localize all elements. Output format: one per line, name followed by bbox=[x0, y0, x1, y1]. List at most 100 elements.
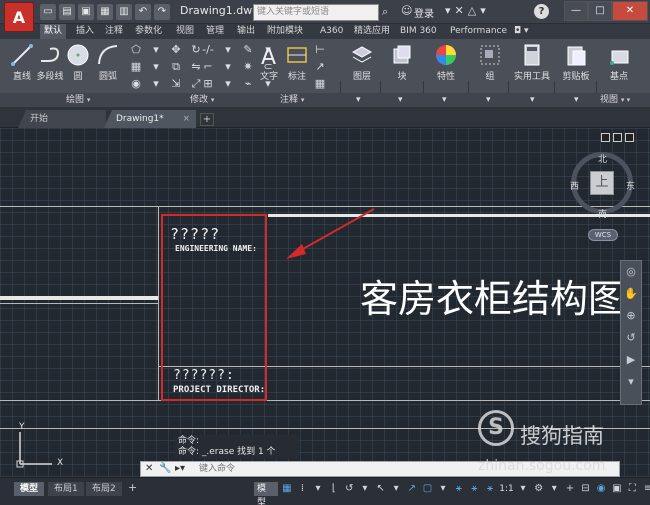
annotation-scale-value[interactable]: 1:1 bbox=[499, 484, 513, 494]
dropdown-icon[interactable]: ▾ bbox=[359, 482, 372, 496]
panel-label-annotation[interactable]: 注释 ▾ bbox=[280, 93, 304, 107]
open-file-icon[interactable]: ▤ bbox=[59, 4, 75, 20]
pan-icon[interactable]: ✋ bbox=[621, 283, 641, 305]
tab-insert[interactable]: 插入 bbox=[72, 24, 98, 39]
dropdown-icon[interactable]: ▾ bbox=[312, 482, 325, 496]
customize-icon[interactable]: ≡ bbox=[642, 482, 650, 496]
ribbon-toggle-icon[interactable]: ◘ ▾ bbox=[510, 24, 533, 39]
compass-east[interactable]: 东 bbox=[626, 179, 635, 192]
utilities-tool[interactable]: 实用工具 bbox=[514, 43, 550, 82]
group-tool[interactable]: 组 bbox=[474, 43, 506, 82]
tab-view[interactable]: 视图 bbox=[172, 24, 198, 39]
compass-north[interactable]: 北 bbox=[598, 152, 607, 165]
orbit-icon[interactable]: ↺ bbox=[621, 327, 641, 349]
new-file-icon[interactable]: ▭ bbox=[40, 4, 56, 20]
tab-output[interactable]: 输出 bbox=[233, 24, 259, 39]
layout-tab-layout2[interactable]: 布局2 bbox=[86, 482, 122, 496]
circle-tool[interactable]: 圆 bbox=[62, 43, 94, 82]
exchange-icon[interactable]: ✕ bbox=[455, 4, 464, 17]
stretch-icon[interactable]: ⇲ bbox=[168, 77, 184, 91]
navbar-menu-icon[interactable]: ▾ bbox=[621, 371, 641, 393]
user-icon[interactable]: ☺ bbox=[401, 4, 412, 17]
panel-label-view[interactable]: 视图 ▾ ▾ bbox=[600, 93, 630, 107]
tab-bim360[interactable]: BIM 360 bbox=[396, 24, 441, 39]
help-icon[interactable]: ? bbox=[534, 4, 549, 19]
hardware-accel-icon[interactable]: ◉ bbox=[595, 482, 608, 496]
polar-icon[interactable]: ↺ bbox=[343, 482, 356, 496]
undo-icon[interactable]: ↶ bbox=[135, 4, 151, 20]
prompt-icon[interactable]: ▸▾ bbox=[175, 463, 185, 474]
tab-drawing1[interactable]: Drawing1* × bbox=[104, 110, 196, 128]
app-menu-button[interactable]: A bbox=[4, 2, 34, 32]
panel-label-modify[interactable]: 修改 ▾ bbox=[190, 93, 214, 107]
layers-tool[interactable]: 图层 bbox=[346, 43, 378, 82]
trim-icon[interactable]: -/- bbox=[200, 43, 216, 57]
tab-parametric[interactable]: 参数化 bbox=[131, 24, 166, 39]
grid-icon[interactable]: ▦ bbox=[281, 482, 294, 496]
save-as-icon[interactable]: ▦ bbox=[97, 4, 113, 20]
showmotion-icon[interactable]: ▶ bbox=[621, 349, 641, 371]
tab-addins[interactable]: 附加模块 bbox=[263, 24, 307, 39]
dropdown-icon[interactable]: ▾ bbox=[445, 4, 451, 17]
autoscale-icon[interactable]: ⚹ bbox=[468, 482, 481, 496]
redo-icon[interactable]: ↷ bbox=[154, 4, 170, 20]
add-layout-button[interactable]: + bbox=[128, 481, 137, 494]
zoom-icon[interactable]: ⊕ bbox=[621, 305, 641, 327]
isodraft-icon[interactable]: ↖ bbox=[374, 482, 387, 496]
arc-tool[interactable]: 圆弧 bbox=[92, 43, 124, 82]
add-scale-icon[interactable]: + bbox=[564, 482, 577, 496]
dropdown-icon[interactable]: ▾ bbox=[548, 482, 561, 496]
infer-icon[interactable]: ⌊ bbox=[327, 482, 340, 496]
panel-expander-icon[interactable]: ▾ bbox=[574, 93, 579, 107]
viewport-restore-icon[interactable] bbox=[613, 133, 622, 142]
model-space-toggle[interactable]: 模型 bbox=[254, 482, 278, 505]
layout-tab-model[interactable]: 模型 bbox=[14, 482, 45, 496]
table-icon[interactable]: ▦ bbox=[312, 77, 328, 91]
dropdown-icon[interactable]: ▾ bbox=[220, 60, 236, 74]
rectangle-icon[interactable]: ⬠ bbox=[128, 43, 144, 57]
binoculars-icon[interactable]: ⌕ bbox=[382, 5, 396, 19]
dropdown-icon[interactable]: ▾ bbox=[148, 43, 164, 57]
properties-tool[interactable]: 特性 bbox=[430, 43, 462, 82]
panel-expander-icon[interactable]: ▾ bbox=[356, 93, 361, 107]
block-tool[interactable]: 块 bbox=[386, 43, 418, 82]
compass-west[interactable]: 西 bbox=[570, 179, 579, 192]
close-button[interactable]: ✕ bbox=[612, 1, 648, 21]
tab-annotate[interactable]: 注释 bbox=[101, 24, 127, 39]
panel-expander-icon[interactable]: ▾ bbox=[442, 93, 447, 107]
annotation-visibility-icon[interactable]: ⚹ bbox=[452, 482, 465, 496]
tab-manage[interactable]: 管理 bbox=[202, 24, 228, 39]
dropdown-icon[interactable]: ▾ bbox=[390, 482, 403, 496]
dropdown-icon[interactable]: ▾ bbox=[437, 482, 450, 496]
new-tab-button[interactable]: + bbox=[200, 113, 214, 126]
fillet-icon[interactable]: ⌐ bbox=[200, 60, 216, 74]
dropdown-icon[interactable]: ▾ bbox=[148, 77, 164, 91]
viewport-minimize-icon[interactable] bbox=[601, 133, 610, 142]
dropdown-icon[interactable]: ▾ bbox=[480, 4, 486, 17]
fullscreen-icon[interactable]: ⛶ bbox=[626, 482, 639, 496]
dropdown-icon[interactable]: ▾ bbox=[517, 482, 530, 496]
tab-a360[interactable]: A360 bbox=[316, 24, 347, 39]
array-icon[interactable]: ⊞ bbox=[200, 77, 216, 91]
save-icon[interactable]: ▣ bbox=[78, 4, 94, 20]
move-icon[interactable]: ✥ bbox=[168, 43, 184, 57]
wcs-menu[interactable]: WCS bbox=[588, 229, 618, 241]
wrench-icon[interactable]: 🔧 bbox=[159, 463, 171, 474]
steering-wheel-icon[interactable]: ◎ bbox=[621, 261, 641, 283]
units-icon[interactable]: ⊟ bbox=[579, 482, 592, 496]
close-tab-icon[interactable]: × bbox=[182, 110, 190, 128]
tab-home[interactable]: 默认 bbox=[40, 24, 67, 39]
tab-featured-apps[interactable]: 精选应用 bbox=[350, 24, 394, 39]
tab-start[interactable]: 开始 bbox=[18, 110, 106, 128]
workspace-gear-icon[interactable]: ⚙ bbox=[532, 482, 545, 496]
close-icon[interactable]: ✕ bbox=[145, 463, 153, 474]
panel-label-draw[interactable]: 绘图 ▾ bbox=[66, 93, 90, 107]
print-icon[interactable]: ▥ bbox=[116, 4, 132, 20]
panel-expander-icon[interactable]: ▾ bbox=[398, 93, 403, 107]
login-link[interactable]: 登录 bbox=[414, 5, 434, 20]
tab-performance[interactable]: Performance bbox=[446, 24, 511, 39]
layout-tab-layout1[interactable]: 布局1 bbox=[48, 482, 84, 496]
viewport-close-icon[interactable] bbox=[625, 133, 634, 142]
dropdown-icon[interactable]: ▾ bbox=[220, 43, 236, 57]
annotation-scale-icon[interactable]: ⚹ bbox=[484, 482, 497, 496]
